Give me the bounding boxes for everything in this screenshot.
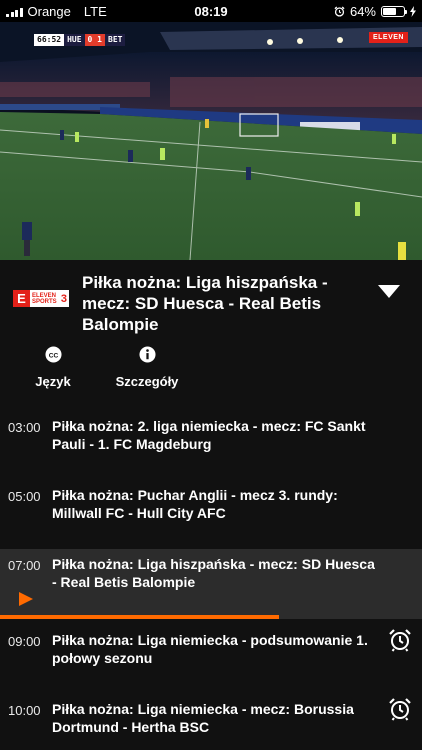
battery-percent: 64% (349, 4, 376, 19)
alarm-icon[interactable] (388, 697, 412, 721)
schedule-time: 07:00 (8, 558, 41, 573)
schedule-item[interactable]: 09:00 Piłka nożna: Liga niemiecka - pods… (0, 604, 422, 673)
home-team: HUE (64, 34, 85, 46)
alarm-clock-status-icon (334, 6, 345, 17)
video-player[interactable]: 66:52 HUE 0 1 BET ELEVEN (0, 22, 422, 260)
schedule-time: 05:00 (8, 489, 41, 504)
schedule-time: 03:00 (8, 420, 41, 435)
svg-text:CC: CC (48, 352, 58, 359)
language-label: Język (35, 374, 71, 389)
schedule-time: 10:00 (8, 703, 41, 718)
broadcaster-logo: ELEVEN (368, 32, 408, 43)
schedule-title: Piłka nożna: Liga hiszpańska - mecz: SD … (52, 556, 375, 590)
away-team: BET (105, 34, 126, 46)
schedule-title: Piłka nożna: Liga niemiecka - mecz: Boru… (52, 701, 354, 735)
details-button[interactable]: Szczegóły (112, 346, 182, 389)
channel-name-line1: ELEVEN (32, 292, 57, 299)
program-title: Piłka nożna: Liga hiszpańska - mecz: SD … (82, 273, 328, 334)
language-button[interactable]: CC Język (30, 346, 76, 389)
schedule-list: 03:00 Piłka nożna: 2. liga niemiecka - m… (0, 390, 422, 750)
program-header: E ELEVEN SPORTS 3 Piłka nożna: Liga hisz… (0, 260, 422, 390)
schedule-item[interactable]: 03:00 Piłka nożna: 2. liga niemiecka - m… (0, 390, 422, 459)
status-right: 64% (334, 4, 416, 19)
scoreboard: 66:52 HUE 0 1 BET (34, 34, 126, 46)
details-label: Szczegóły (115, 374, 179, 389)
battery-icon (381, 6, 407, 17)
schedule-title: Piłka nożna: Liga niemiecka - podsumowan… (52, 632, 368, 666)
channel-logo: E ELEVEN SPORTS 3 (13, 290, 69, 307)
schedule-time: 09:00 (8, 634, 41, 649)
alarm-icon[interactable] (388, 628, 412, 652)
match-score: 0 1 (84, 34, 105, 46)
schedule-title: Piłka nożna: 2. liga niemiecka - mecz: F… (52, 418, 366, 452)
closed-caption-icon: CC (44, 346, 62, 363)
video-frame (0, 22, 422, 260)
channel-name-line2: SPORTS (32, 298, 57, 305)
info-icon (138, 346, 156, 363)
schedule-item[interactable]: 05:00 Piłka nożna: Puchar Anglii - mecz … (0, 459, 422, 528)
channel-number: 3 (60, 292, 67, 305)
schedule-title: Piłka nożna: Puchar Anglii - mecz 3. run… (52, 487, 338, 521)
schedule-item[interactable]: 10:00 Piłka nożna: Liga niemiecka - mecz… (0, 673, 422, 742)
chevron-down-icon[interactable] (378, 285, 400, 299)
charging-icon (410, 6, 416, 17)
status-bar: Orange LTE 08:19 64% (0, 0, 422, 22)
match-clock: 66:52 (34, 34, 65, 46)
